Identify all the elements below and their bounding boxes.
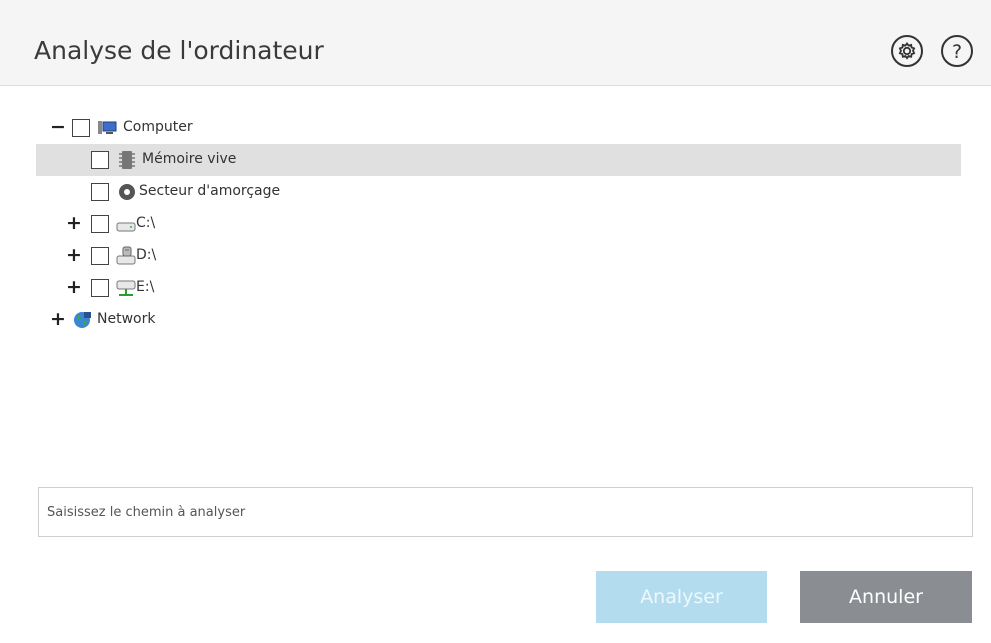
tree-item-boot-sector[interactable]: Secteur d'amorçage (36, 176, 961, 208)
hard-drive-icon (116, 222, 136, 232)
scan-target-tree: − Computer Mémoire vive Secteur d'amorça… (36, 112, 961, 336)
expand-icon[interactable]: + (66, 214, 82, 234)
disc-icon (119, 184, 135, 200)
cancel-button[interactable]: Annuler (800, 571, 972, 623)
tree-item-label: Network (97, 311, 156, 327)
collapse-icon[interactable]: − (50, 118, 66, 138)
memory-chip-icon (119, 151, 135, 169)
expand-icon[interactable]: + (66, 278, 82, 298)
tree-item-drive-c[interactable]: + C:\ (36, 208, 961, 240)
expand-icon[interactable]: + (66, 246, 82, 266)
tree-item-label: Secteur d'amorçage (139, 183, 281, 199)
checkbox-computer[interactable] (72, 119, 90, 137)
expand-icon[interactable]: + (50, 310, 66, 330)
dialog-header: Analyse de l'ordinateur ? (0, 0, 991, 86)
checkbox-drive-e[interactable] (91, 279, 109, 297)
tree-item-drive-d[interactable]: + D:\ (36, 240, 961, 272)
computer-icon (98, 121, 117, 134)
page-title: Analyse de l'ordinateur (34, 36, 324, 65)
scan-button[interactable]: Analyser (596, 571, 767, 623)
tree-item-computer[interactable]: − Computer (36, 112, 961, 144)
checkbox-memory[interactable] (91, 151, 109, 169)
network-globe-icon (74, 312, 91, 328)
scan-path-input[interactable] (38, 487, 973, 537)
network-drive-icon (116, 280, 136, 296)
tree-item-memory[interactable]: Mémoire vive (36, 144, 961, 176)
checkbox-drive-c[interactable] (91, 215, 109, 233)
checkbox-drive-d[interactable] (91, 247, 109, 265)
tree-item-label: Mémoire vive (142, 151, 237, 167)
tree-item-label: D:\ (136, 247, 157, 263)
tree-item-label: C:\ (136, 215, 156, 231)
gear-icon[interactable] (890, 34, 924, 68)
removable-drive-icon (116, 246, 136, 265)
tree-item-label: Computer (123, 119, 193, 135)
svg-text:?: ? (952, 41, 962, 63)
tree-item-drive-e[interactable]: + E:\ (36, 272, 961, 304)
checkbox-boot-sector[interactable] (91, 183, 109, 201)
tree-item-label: E:\ (136, 279, 155, 295)
tree-item-network[interactable]: + Network (36, 304, 961, 336)
help-icon[interactable]: ? (940, 34, 974, 68)
